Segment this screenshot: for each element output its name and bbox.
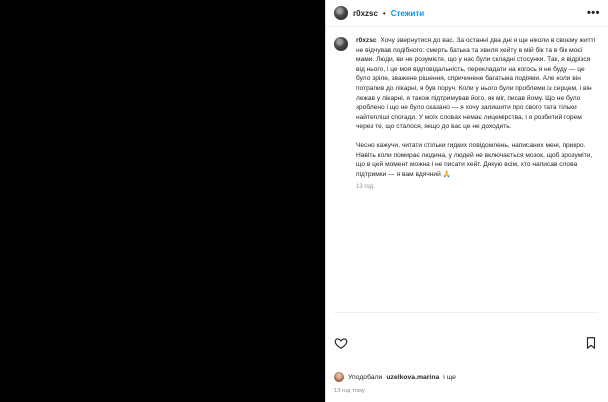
post-sidebar: r0xzsc • Стежити ••• r0xzsc Хочу звернут… <box>325 0 608 402</box>
caption-body: r0xzsc Хочу звернутися до вас. За останн… <box>356 36 598 193</box>
liker-avatar[interactable] <box>334 372 344 382</box>
avatar[interactable] <box>334 37 348 51</box>
post-media[interactable] <box>0 0 325 402</box>
avatar[interactable] <box>334 6 348 20</box>
bookmark-icon[interactable] <box>584 336 598 350</box>
likes-prefix: Уподобали <box>348 373 383 381</box>
likes-suffix[interactable]: і ще <box>443 374 456 381</box>
post-header: r0xzsc • Стежити ••• <box>326 0 608 27</box>
caption-timestamp[interactable]: 13 год. <box>356 183 598 193</box>
follow-button[interactable]: Стежити <box>391 9 424 18</box>
action-bar <box>334 312 598 350</box>
caption-username[interactable]: r0xzsc <box>356 37 377 44</box>
comments-area[interactable]: r0xzsc Хочу звернутися до вас. За останн… <box>334 36 598 356</box>
post-time-ago[interactable]: 13 год тому <box>334 388 365 394</box>
caption-paragraph-1: r0xzsc Хочу звернутися до вас. За останн… <box>356 36 598 132</box>
caption: r0xzsc Хочу звернутися до вас. За останн… <box>334 36 598 193</box>
post-dialog: r0xzsc • Стежити ••• r0xzsc Хочу звернут… <box>0 0 608 402</box>
more-options-icon[interactable]: ••• <box>587 7 600 19</box>
liker-username[interactable]: uzelkova.marina <box>386 374 439 381</box>
separator-dot: • <box>382 8 386 18</box>
heart-icon[interactable] <box>334 336 348 350</box>
author-username[interactable]: r0xzsc <box>353 9 378 18</box>
caption-paragraph-2: Чесно кажучи, читати стільки гидких пові… <box>356 141 593 178</box>
likes-summary: Уподобали uzelkova.marina і ще <box>334 372 456 382</box>
caption-text-1: Хочу звернутися до вас. За останні два д… <box>356 37 596 131</box>
